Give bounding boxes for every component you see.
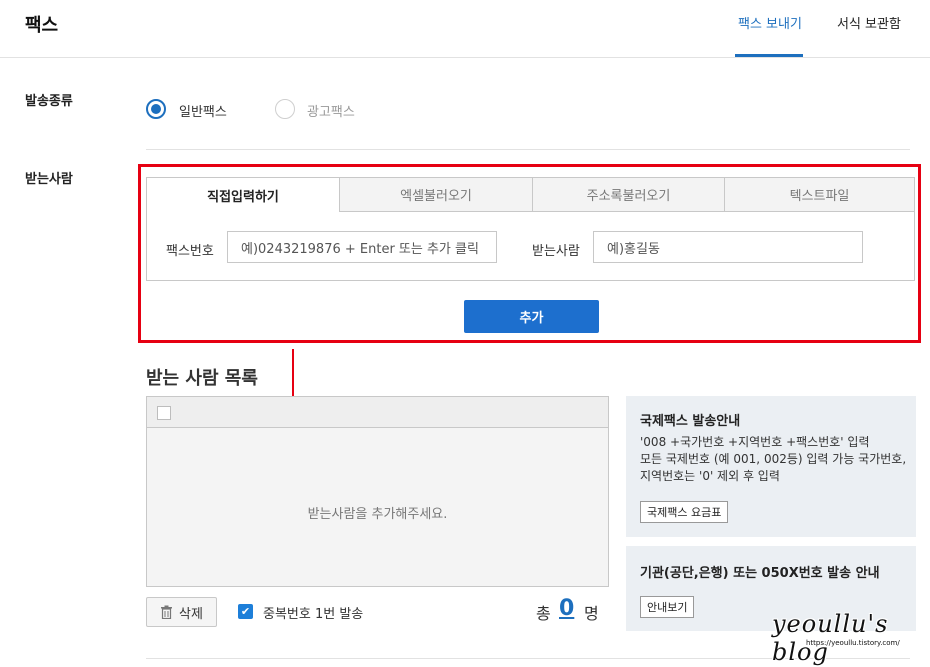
dedupe-label[interactable]: 중복번호 1번 발송	[263, 603, 363, 622]
dedupe-checkbox[interactable]: ✔	[238, 604, 253, 619]
radio-ad-fax[interactable]	[275, 99, 295, 119]
agency-050-guide-button[interactable]: 안내보기	[640, 596, 695, 618]
page-title: 팩스	[25, 15, 59, 36]
recipient-list-title: 받는 사람 목록	[146, 368, 258, 389]
total-prefix: 총	[536, 604, 551, 623]
delete-button-label: 삭제	[179, 606, 203, 622]
total-count: 0	[559, 596, 575, 621]
radio-general-fax[interactable]	[146, 99, 166, 119]
tab-form-storage[interactable]: 서식 보관함	[837, 13, 901, 32]
blog-watermark: yeoullu's blog	[772, 610, 889, 666]
select-all-checkbox[interactable]	[157, 406, 171, 420]
section-divider	[146, 149, 910, 150]
tab-send-fax[interactable]: 팩스 보내기	[738, 13, 802, 32]
international-rates-button[interactable]: 국제팩스 요금표	[640, 501, 729, 523]
recipient-label: 받는사람	[25, 172, 73, 187]
agency-050-title: 기관(공단,은행) 또는 050X번호 발송 안내	[640, 566, 880, 581]
trash-icon	[161, 605, 173, 619]
international-fax-title: 국제팩스 발송안내	[640, 414, 741, 429]
total-suffix: 명	[584, 604, 599, 623]
international-fax-line-1: '008 +국가번호 +지역번호 +팩스번호' 입력	[640, 435, 870, 449]
delete-button[interactable]: 삭제	[146, 597, 217, 627]
send-type-label: 발송종류	[25, 94, 73, 109]
radio-general-fax-label[interactable]: 일반팩스	[179, 101, 227, 120]
highlight-box	[138, 164, 921, 343]
blog-watermark-url: https://yeoullu.tistory.com/	[806, 639, 900, 647]
header-divider	[0, 57, 930, 58]
recipient-list-header	[147, 397, 608, 428]
empty-list-message: 받는사람을 추가해주세요.	[307, 507, 448, 522]
checkmark-icon: ✔	[240, 605, 251, 618]
international-fax-line-2: 모든 국제번호 (예 001, 002등) 입력 가능 국가번호, 지역번호는 …	[640, 452, 907, 483]
radio-ad-fax-label[interactable]: 광고팩스	[307, 101, 355, 120]
